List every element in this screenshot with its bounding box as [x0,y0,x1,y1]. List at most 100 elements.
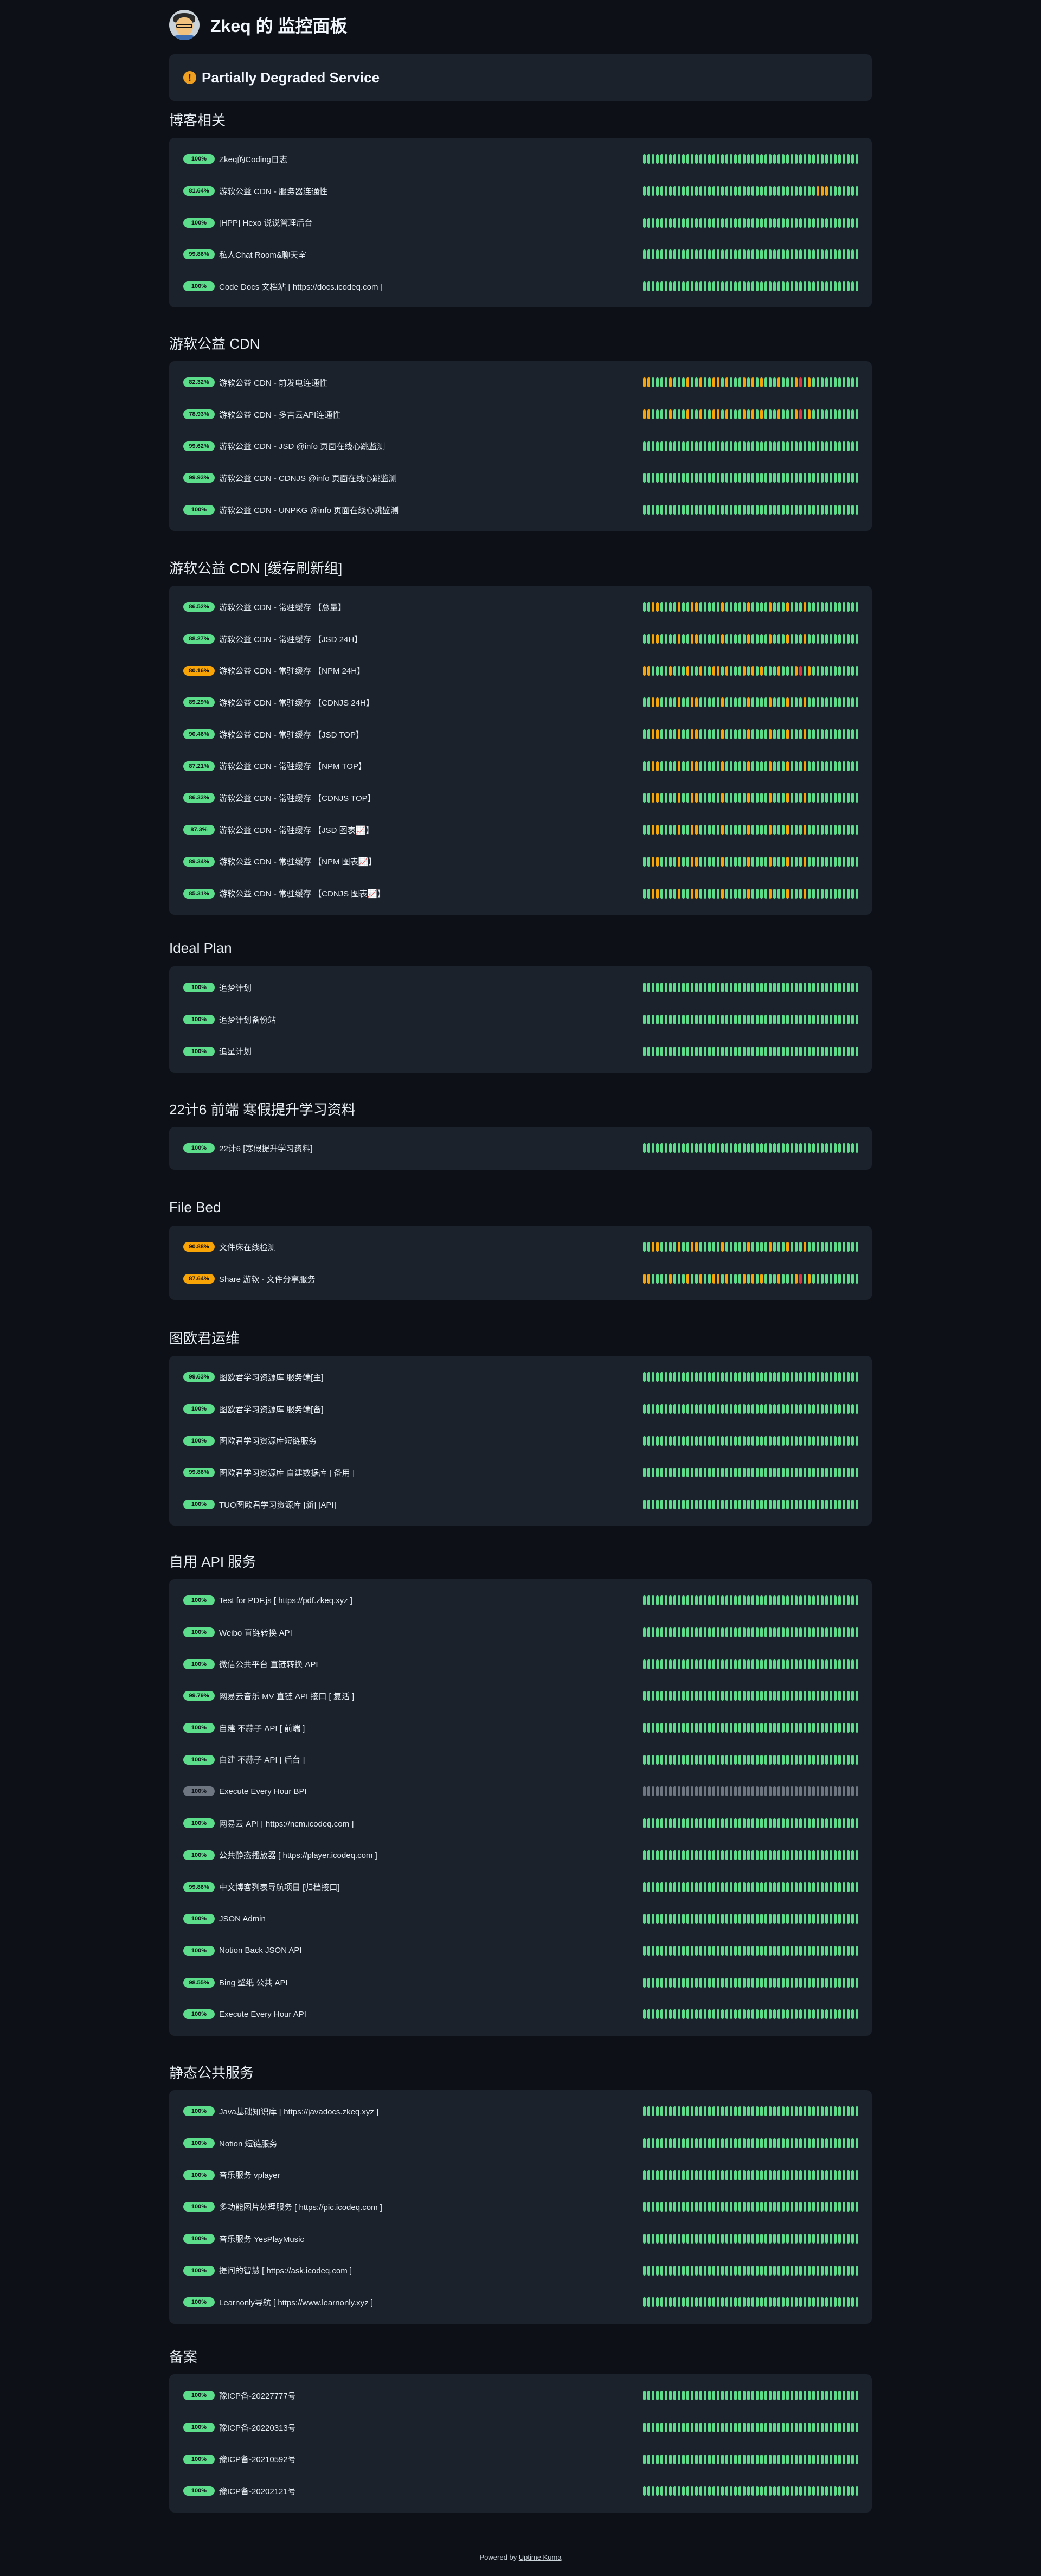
heartbeat-tick[interactable] [717,1143,719,1154]
heartbeat-tick[interactable] [856,1945,858,1956]
heartbeat-tick[interactable] [686,281,689,292]
heartbeat-tick[interactable] [660,1500,663,1510]
heartbeat-tick[interactable] [721,856,724,867]
heartbeat-tick[interactable] [717,1786,719,1797]
heartbeat-tick[interactable] [751,2391,754,2401]
heartbeat-tick[interactable] [673,281,676,292]
heartbeat-tick[interactable] [647,1627,650,1638]
heartbeat-tick[interactable] [682,1850,685,1860]
heartbeat-tick[interactable] [656,2009,659,2020]
heartbeat-tick[interactable] [830,825,832,835]
heartbeat-tick[interactable] [799,1500,802,1510]
heartbeat-tick[interactable] [782,377,785,388]
heartbeat-tick[interactable] [721,602,724,612]
heartbeat-tick[interactable] [743,505,746,515]
heartbeat-tick[interactable] [760,1372,763,1382]
heartbeat-tick[interactable] [817,2234,819,2244]
heartbeat-tick[interactable] [708,217,711,228]
heartbeat-tick[interactable] [764,1015,767,1025]
heartbeat-tick[interactable] [734,825,737,835]
heartbeat-tick[interactable] [825,697,828,708]
heartbeat-tick[interactable] [851,1595,854,1606]
heartbeat-tick[interactable] [760,1977,763,1988]
heartbeat-tick[interactable] [656,1882,659,1892]
heartbeat-tick[interactable] [704,2265,706,2276]
heartbeat-tick[interactable] [673,1754,676,1765]
monitor-row[interactable]: 89.29% 游软公益 CDN - 常驻缓存 【CDNJS 24H】 [183,687,858,719]
heartbeat-tick[interactable] [851,1143,854,1154]
heartbeat-tick[interactable] [847,888,850,899]
heartbeat-tick[interactable] [708,1595,711,1606]
heartbeat-tick[interactable] [817,473,819,483]
heartbeat-tick[interactable] [782,1627,785,1638]
heartbeat-tick[interactable] [717,505,719,515]
heartbeat-tick[interactable] [756,2170,759,2180]
heartbeat-tick[interactable] [738,1274,741,1284]
heartbeat-tick[interactable] [851,602,854,612]
heartbeat-tick[interactable] [699,761,702,771]
heartbeat-tick[interactable] [791,1436,793,1446]
heartbeat-tick[interactable] [747,602,750,612]
heartbeat-tick[interactable] [708,154,711,164]
heartbeat-tick[interactable] [764,602,767,612]
heartbeat-tick[interactable] [851,793,854,803]
heartbeat-tick[interactable] [660,2297,663,2308]
heartbeat-tick[interactable] [769,825,772,835]
heartbeat-tick[interactable] [730,217,732,228]
heartbeat-tick[interactable] [769,2391,772,2401]
heartbeat-tick[interactable] [764,761,767,771]
heartbeat-tick[interactable] [825,983,828,993]
heartbeat-tick[interactable] [769,2138,772,2149]
heartbeat-tick[interactable] [769,1850,772,1860]
heartbeat-tick[interactable] [660,1977,663,1988]
heartbeat-tick[interactable] [773,1850,776,1860]
heartbeat-tick[interactable] [856,2009,858,2020]
heartbeat-tick[interactable] [691,1595,693,1606]
heartbeat-tick[interactable] [682,1691,685,1701]
heartbeat-tick[interactable] [643,1754,646,1765]
heartbeat-tick[interactable] [847,1818,850,1829]
heartbeat-tick[interactable] [799,473,802,483]
monitor-row[interactable]: 100% 网易云 API [ https://ncm.icodeq.com ] [183,1808,858,1840]
heartbeat-tick[interactable] [799,888,802,899]
heartbeat-tick[interactable] [665,1659,667,1669]
heartbeat-tick[interactable] [708,1015,711,1025]
heartbeat-tick[interactable] [808,1500,811,1510]
heartbeat-tick[interactable] [847,2486,850,2496]
heartbeat-tick[interactable] [678,2202,680,2212]
heartbeat-tick[interactable] [760,2423,763,2433]
monitor-row[interactable]: 100% Java基础知识库 [ https://javadocs.zkeq.xy… [183,2096,858,2128]
heartbeat-tick[interactable] [721,2391,724,2401]
heartbeat-tick[interactable] [721,441,724,451]
heartbeat-tick[interactable] [678,2234,680,2244]
heartbeat-tick[interactable] [834,1468,837,1478]
heartbeat-tick[interactable] [843,1691,845,1701]
heartbeat-tick[interactable] [673,2454,676,2464]
heartbeat-tick[interactable] [725,1850,728,1860]
heartbeat-tick[interactable] [817,1945,819,1956]
heartbeat-tick[interactable] [808,2138,811,2149]
heartbeat-tick[interactable] [643,249,646,260]
heartbeat-tick[interactable] [760,2106,763,2117]
heartbeat-tick[interactable] [825,856,828,867]
heartbeat-tick[interactable] [643,1372,646,1382]
heartbeat-tick[interactable] [678,2454,680,2464]
heartbeat-tick[interactable] [669,441,672,451]
heartbeat-tick[interactable] [847,665,850,676]
heartbeat-tick[interactable] [704,2486,706,2496]
heartbeat-tick[interactable] [764,634,767,644]
heartbeat-tick[interactable] [791,505,793,515]
heartbeat-tick[interactable] [812,1595,815,1606]
heartbeat-tick[interactable] [804,888,806,899]
heartbeat-tick[interactable] [808,1436,811,1446]
heartbeat-tick[interactable] [656,2170,659,2180]
heartbeat-tick[interactable] [843,1372,845,1382]
heartbeat-tick[interactable] [734,505,737,515]
heartbeat-tick[interactable] [695,602,698,612]
heartbeat-tick[interactable] [665,1818,667,1829]
heartbeat-tick[interactable] [838,2234,841,2244]
heartbeat-tick[interactable] [721,634,724,644]
heartbeat-tick[interactable] [821,1436,824,1446]
heartbeat-tick[interactable] [699,1850,702,1860]
heartbeat-tick[interactable] [782,2234,785,2244]
